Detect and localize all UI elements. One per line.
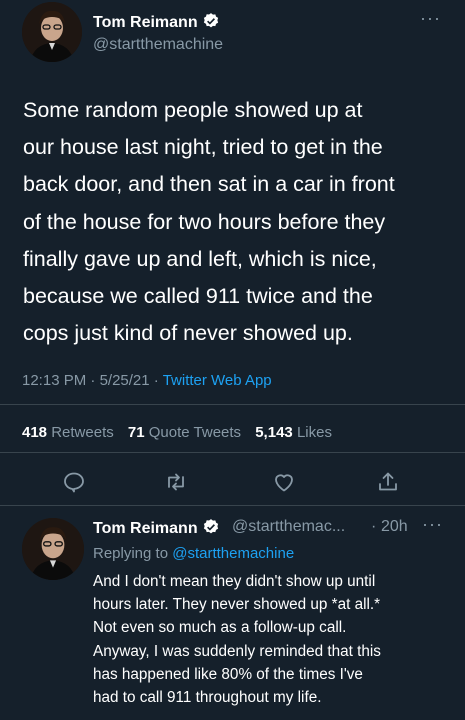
- main-tweet: Tom Reimann @startthemachine ··· Some ra…: [0, 0, 465, 500]
- reply-tweet-text: And I don't mean they didn't show up unt…: [93, 573, 381, 707]
- divider: [0, 452, 465, 453]
- author-name[interactable]: Tom Reimann: [93, 12, 220, 35]
- share-icon: [379, 472, 397, 491]
- likes-count: 5,143: [255, 424, 293, 441]
- reply-more-options-button[interactable]: ···: [422, 514, 443, 535]
- retweet-button[interactable]: [164, 470, 188, 494]
- share-button[interactable]: [376, 470, 400, 494]
- quotes-count: 71: [127, 424, 145, 441]
- likes-label: Likes: [296, 424, 332, 441]
- retweet-icon: [168, 473, 184, 491]
- quotes-stat[interactable]: 71 Quote Tweets: [128, 424, 241, 441]
- retweets-count: 418: [22, 424, 48, 441]
- retweets-label: Retweets: [51, 424, 114, 441]
- replying-to-label: Replying to: [93, 545, 169, 562]
- tweet-text: Some random people showed up at our hous…: [23, 98, 395, 346]
- likes-stat[interactable]: 5,143 Likes: [255, 424, 332, 441]
- verified-badge-icon: [202, 518, 220, 541]
- reply-author-name[interactable]: Tom Reimann: [93, 518, 220, 541]
- author-name-text: Tom Reimann: [93, 14, 198, 31]
- verified-badge-icon: [202, 12, 220, 35]
- reply-button[interactable]: [62, 470, 86, 494]
- tweet-source-link[interactable]: Twitter Web App: [163, 372, 272, 389]
- reply-author-name-text: Tom Reimann: [93, 520, 198, 537]
- replying-to: Replying to @startthemachine: [93, 545, 294, 562]
- retweets-stat[interactable]: 418 Retweets: [22, 424, 114, 441]
- reply-author-handle[interactable]: @startthemac...: [232, 518, 345, 536]
- tweet-time[interactable]: 12:13 PM: [22, 372, 86, 389]
- avatar-photo-icon: [22, 518, 84, 580]
- tweet-meta: 12:13 PM · 5/25/21 · Twitter Web App: [22, 372, 272, 389]
- replying-to-mention-link[interactable]: @startthemachine: [172, 545, 294, 562]
- reply-meta-separator: ·: [371, 518, 377, 535]
- meta-separator: ·: [90, 372, 96, 389]
- avatar[interactable]: [22, 2, 82, 62]
- author-handle[interactable]: @startthemachine: [93, 36, 223, 54]
- avatar-photo-icon: [22, 2, 82, 62]
- reply-icon: [64, 472, 84, 493]
- reply-age[interactable]: 20h: [381, 518, 408, 536]
- tweet-stats: 418 Retweets 71 Quote Tweets 5,143 Likes: [22, 424, 332, 441]
- divider: [0, 404, 465, 405]
- tweet-date[interactable]: 5/25/21: [100, 372, 150, 389]
- meta-separator: ·: [153, 372, 159, 389]
- like-icon: [275, 474, 293, 492]
- like-button[interactable]: [272, 470, 296, 494]
- quotes-label: Quote Tweets: [148, 424, 242, 441]
- avatar[interactable]: [22, 518, 84, 580]
- more-options-button[interactable]: ···: [420, 8, 441, 29]
